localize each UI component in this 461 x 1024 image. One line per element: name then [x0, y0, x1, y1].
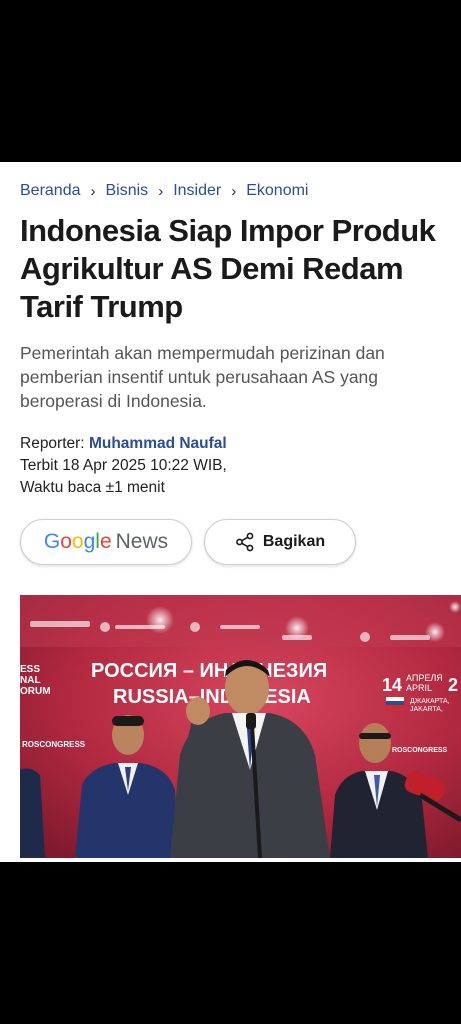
- chevron-right-icon: ›: [231, 182, 237, 200]
- breadcrumb-item-ekonomi[interactable]: Ekonomi: [246, 182, 308, 200]
- banner-side-text-3: ORUM: [20, 686, 51, 697]
- read-time: Waktu baca ±1 menit: [20, 479, 165, 496]
- press-conference-image: РОССИЯ – ИНДОНЕЗИЯ RUSSIA–INDONESIA 14 А…: [20, 595, 461, 858]
- breadcrumb: Beranda › Bisnis › Insider › Ekonomi: [20, 182, 308, 200]
- banner-side-text-1: ESS: [20, 664, 40, 675]
- publish-date: Terbit 18 Apr 2025 10:22 WIB,: [20, 457, 227, 474]
- reporter-name-link[interactable]: Muhammad Naufal: [89, 435, 227, 452]
- banner-date-year: 2: [448, 675, 458, 695]
- banner-date-day: 14: [382, 675, 402, 695]
- reporter-label: Reporter:: [20, 435, 85, 452]
- chevron-right-icon: ›: [90, 182, 96, 200]
- share-button[interactable]: Bagikan: [204, 519, 356, 565]
- breadcrumb-item-bisnis[interactable]: Bisnis: [106, 182, 149, 200]
- article-page: Beranda › Bisnis › Insider › Ekonomi Ind…: [0, 162, 461, 862]
- chevron-right-icon: ›: [158, 182, 164, 200]
- article-photo[interactable]: РОССИЯ – ИНДОНЕЗИЯ RUSSIA–INDONESIA 14 А…: [20, 595, 461, 858]
- share-icon: [235, 532, 254, 552]
- article-subtitle: Pemerintah akan mempermudah perizinan da…: [20, 343, 385, 411]
- roscongress-label-left: ROSCONGRESS: [22, 740, 86, 749]
- article-meta: Reporter: Muhammad Naufal Terbit 18 Apr …: [20, 433, 227, 499]
- banner-city-ru: ДЖАКАРТА,: [410, 698, 450, 705]
- banner-date-ru: АПРЕЛЯ: [406, 673, 443, 683]
- article-title: Indonesia Siap Impor Produk Agrikultur A…: [20, 213, 436, 324]
- share-label: Bagikan: [262, 533, 326, 550]
- google-news-label: News: [115, 530, 169, 553]
- google-logo: Google: [43, 530, 112, 553]
- banner-city-en: JAKARTA,: [410, 706, 443, 713]
- roscongress-label-right: ROSCONGRESS: [392, 747, 448, 754]
- banner-side-text-2: NAL: [20, 675, 41, 686]
- banner-date-en: APRIL: [406, 683, 432, 693]
- banner-text-russian: РОССИЯ – ИНДОНЕЗИЯ: [91, 660, 327, 682]
- breadcrumb-item-beranda[interactable]: Beranda: [20, 182, 81, 200]
- google-news-button[interactable]: Google News: [20, 519, 192, 565]
- banner-text-english: RUSSIA–INDONESIA: [113, 686, 311, 708]
- breadcrumb-item-insider[interactable]: Insider: [173, 182, 221, 200]
